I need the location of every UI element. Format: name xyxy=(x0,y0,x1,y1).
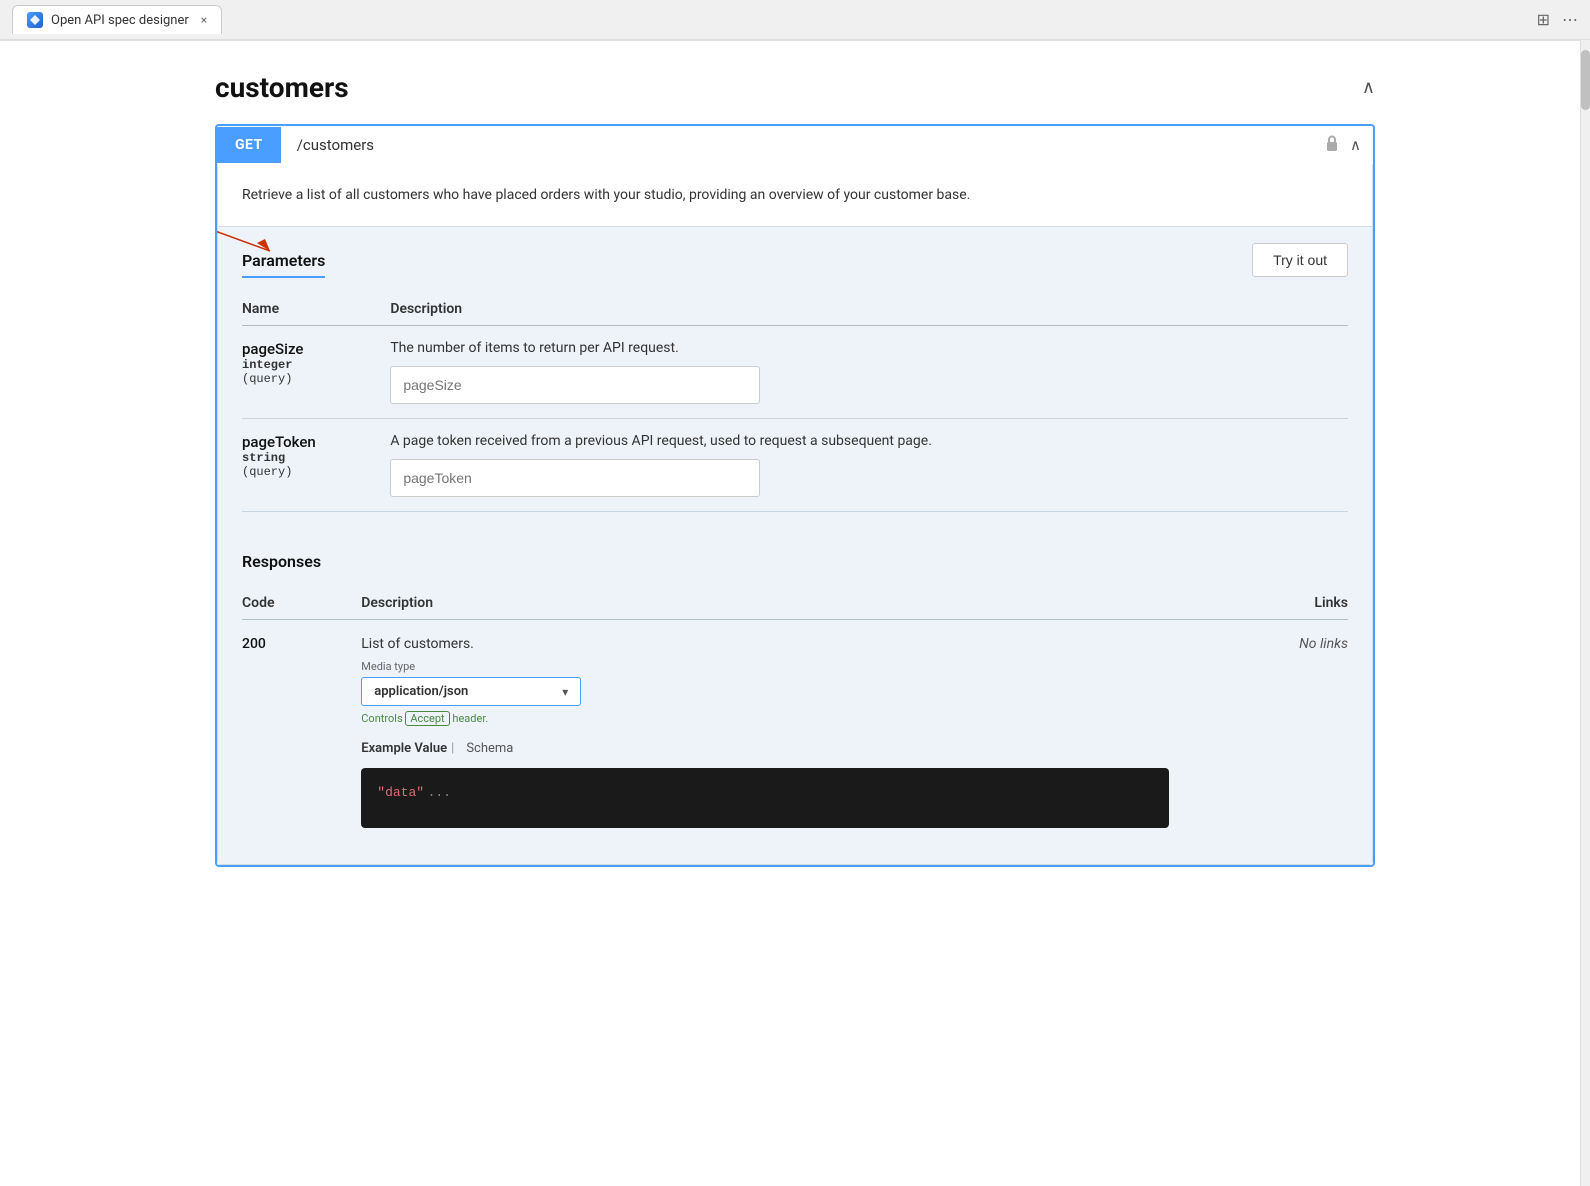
params-title: Parameters xyxy=(242,251,325,278)
description-text: Retrieve a list of all customers who hav… xyxy=(242,187,970,203)
tab-label: Open API spec designer xyxy=(51,13,189,28)
table-row: pageToken string (query) A page token re… xyxy=(242,419,1348,512)
parameters-section: Parameters Try it out xyxy=(218,227,1372,532)
description-section: Retrieve a list of all customers who hav… xyxy=(218,164,1372,227)
section-collapse-icon[interactable]: ∧ xyxy=(1362,77,1375,98)
method-badge: GET xyxy=(217,127,281,163)
code-key: "data" xyxy=(377,785,424,800)
tab-close-button[interactable]: × xyxy=(201,13,207,27)
tab-divider: | xyxy=(451,741,454,756)
param-name-cell: pageToken string (query) xyxy=(242,419,390,512)
media-type-dropdown-icon: ▾ xyxy=(562,685,568,699)
media-type-select[interactable]: application/json ▾ xyxy=(361,677,581,706)
response-desc-cell: List of customers. Media type applicatio… xyxy=(361,620,1168,845)
try-it-out-button[interactable]: Try it out xyxy=(1252,243,1348,277)
params-table: Name Description pageSize integer (query… xyxy=(242,293,1348,512)
example-schema-tabs: Example Value | Schema xyxy=(361,739,1168,758)
response-description: List of customers. xyxy=(361,636,1168,652)
col-links-header: Links xyxy=(1169,587,1348,620)
lock-icon xyxy=(1324,134,1340,156)
browser-actions: ⊞ ⋯ xyxy=(1537,10,1578,29)
split-view-icon[interactable]: ⊞ xyxy=(1537,10,1550,29)
param-name-cell: pageSize integer (query) xyxy=(242,326,390,419)
main-wrapper: customers ∧ GET /customers ∧ xyxy=(0,40,1590,1186)
scrollbar-thumb[interactable] xyxy=(1581,50,1590,110)
section-header: customers ∧ xyxy=(215,71,1375,104)
param-location-pagesize: (query) xyxy=(242,372,378,386)
page-content: customers ∧ GET /customers ∧ xyxy=(175,41,1415,913)
param-desc-cell: A page token received from a previous AP… xyxy=(390,419,1348,512)
controls-text: Controls Accept header. xyxy=(361,712,1168,725)
schema-tab[interactable]: Schema xyxy=(466,739,513,758)
active-tab[interactable]: Open API spec designer × xyxy=(12,5,222,34)
col-name-header: Name xyxy=(242,293,390,326)
param-desc-pagetoken: A page token received from a previous AP… xyxy=(390,433,1336,449)
code-block: "data" ... xyxy=(361,768,1168,828)
param-input-pagetoken[interactable] xyxy=(390,459,760,497)
browser-chrome: Open API spec designer × ⊞ ⋯ xyxy=(0,0,1590,40)
scrollbar[interactable] xyxy=(1580,40,1590,1186)
endpoint-actions: ∧ xyxy=(1312,134,1373,156)
endpoint-box: GET /customers ∧ Retrieve a list of xyxy=(215,124,1375,867)
accept-badge: Accept xyxy=(405,711,449,726)
api-content: Retrieve a list of all customers who hav… xyxy=(217,164,1373,865)
media-type-value: application/json xyxy=(374,684,468,699)
col-code-header: Code xyxy=(242,587,361,620)
params-title-wrapper: Parameters xyxy=(242,251,325,270)
section-title: customers xyxy=(215,71,349,104)
response-code-200: 200 xyxy=(242,620,361,845)
response-no-links: No links xyxy=(1169,620,1348,845)
controls-label: Controls xyxy=(361,712,402,725)
responses-section: Responses Code Description Links 200 xyxy=(218,532,1372,864)
col-desc-header: Description xyxy=(361,587,1168,620)
param-desc-pagesize: The number of items to return per API re… xyxy=(390,340,1336,356)
endpoint-collapse-icon[interactable]: ∧ xyxy=(1350,136,1361,154)
tab-icon xyxy=(27,12,43,28)
param-name-pagetoken: pageToken xyxy=(242,433,378,451)
params-header: Parameters Try it out xyxy=(242,227,1348,277)
more-options-icon[interactable]: ⋯ xyxy=(1562,10,1578,29)
param-type-pagetoken: string xyxy=(242,451,378,465)
responses-table: Code Description Links 200 List of custo… xyxy=(242,587,1348,844)
param-name-pagesize: pageSize xyxy=(242,340,378,358)
param-type-pagesize: integer xyxy=(242,358,378,372)
col-description-header: Description xyxy=(390,293,1348,326)
endpoint-header: GET /customers ∧ xyxy=(217,126,1373,164)
media-type-label: Media type xyxy=(361,660,1168,673)
table-row: 200 List of customers. Media type applic… xyxy=(242,620,1348,845)
tab-bar: Open API spec designer × xyxy=(12,5,222,34)
example-value-tab[interactable]: Example Value xyxy=(361,739,447,758)
code-dots: ... xyxy=(428,785,451,800)
header-text: header. xyxy=(452,712,488,725)
param-input-pagesize[interactable] xyxy=(390,366,760,404)
endpoint-path: /customers xyxy=(281,126,1312,164)
param-desc-cell: The number of items to return per API re… xyxy=(390,326,1348,419)
param-location-pagetoken: (query) xyxy=(242,465,378,479)
table-row: pageSize integer (query) The number of i… xyxy=(242,326,1348,419)
responses-title: Responses xyxy=(242,552,1348,571)
